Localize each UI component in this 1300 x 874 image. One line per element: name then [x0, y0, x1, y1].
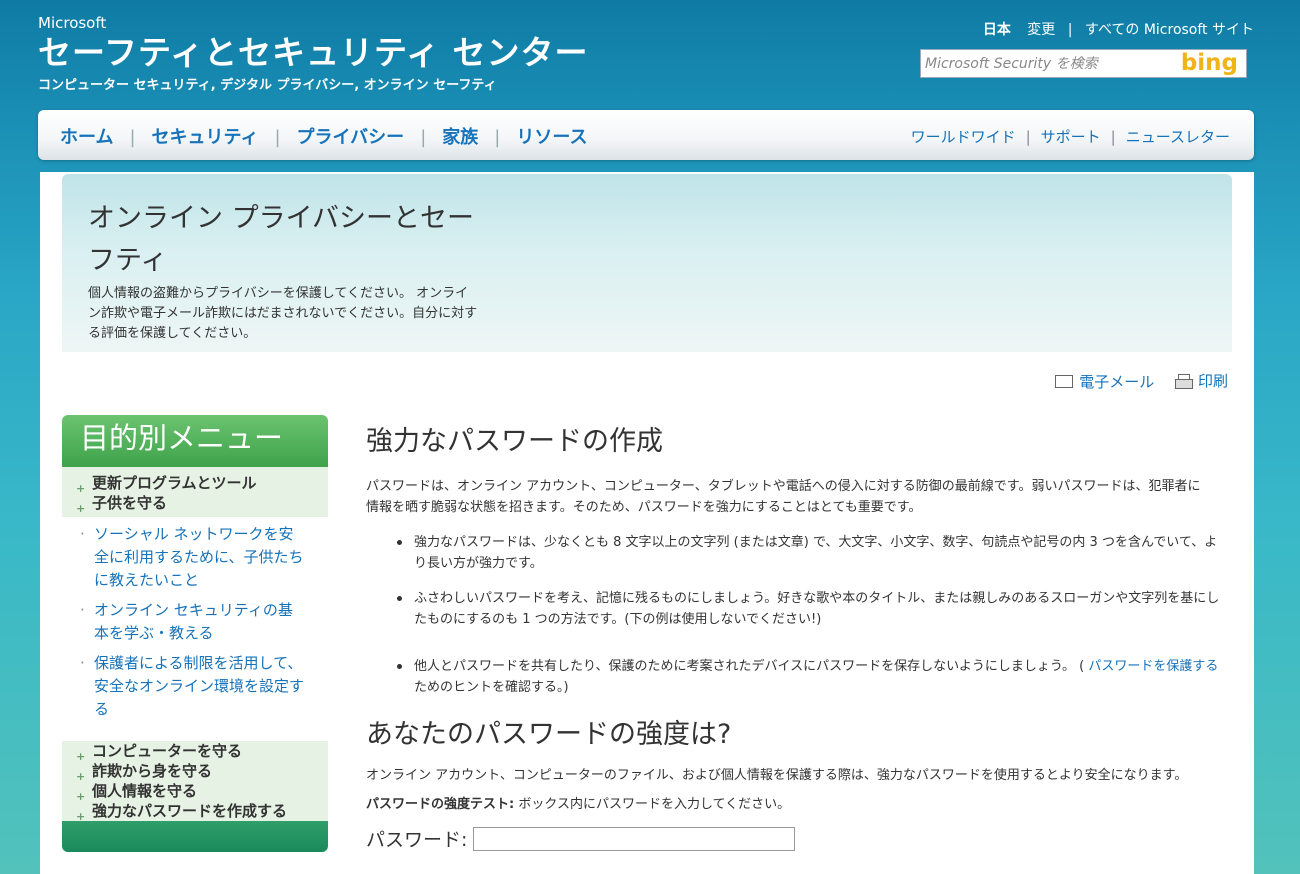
region-label: 日本 [982, 22, 1011, 38]
sidebar-item-avoid-scams[interactable]: 詐欺から身を守る [76, 761, 328, 787]
top-links: 日本 変更 | すべての Microsoft サイト [983, 19, 1254, 39]
print-action[interactable]: 印刷 [1174, 370, 1228, 391]
list-item: 他人とパスワードを共有したり、保護のために考案されたデバイスにパスワードを保存し… [397, 656, 1228, 698]
search-box: bing [920, 49, 1247, 78]
nav-newsletter[interactable]: ニュースレター [1126, 128, 1230, 146]
strength-paragraph: オンライン アカウント、コンピューターのファイル、および個人情報を保護する際は、… [366, 768, 1188, 783]
page-wrapper: Microsoft セーフティとセキュリティ センター コンピューター セキュリ… [38, 0, 1254, 874]
article: 強力なパスワードの作成 パスワードは、オンライン アカウント、コンピューター、タ… [366, 415, 1228, 852]
nav-worldwide[interactable]: ワールドワイド [911, 128, 1016, 146]
strength-test-label: パスワードの強度テスト: [366, 797, 515, 812]
password-label: パスワード: [366, 829, 468, 851]
strength-test-instructions: パスワードの強度テスト: ボックス内にパスワードを入力してください。 [366, 794, 1228, 815]
nav-support[interactable]: サポート [1041, 128, 1101, 146]
sidebar-item-updates[interactable]: 更新プログラムとツール [76, 473, 328, 499]
tips-list: 強力なパスワードは、少なくとも 8 文字以上の文字列 (または文章) で、大文字… [366, 532, 1228, 698]
nav-home[interactable]: ホーム [60, 127, 113, 148]
site-title[interactable]: セーフティとセキュリティ センター [38, 26, 589, 74]
main-navigation: ホーム | セキュリティ | プライバシー | 家族 | リソース ワールドワイド | サポート | ニ… [38, 110, 1254, 160]
list-item: ふさわしいパスワードを考え、記憶に残るものにしましょう。好きな歌や本のタイトル、… [397, 588, 1228, 630]
sidebar-group-bottom: コンピューターを守る 詐欺から身を守る 個人情報を守る 強力なパスワードを作成す… [62, 741, 328, 827]
nav-utility: ワールドワイド | サポート | ニュースレター [910, 128, 1230, 146]
sidebar-subitem-social[interactable]: ソーシャル ネットワークを安全に利用するために、子供たちに教えたいこと [80, 523, 304, 592]
protect-password-link[interactable]: パスワードを保護する [1088, 659, 1218, 674]
sidebar-item-strong-password[interactable]: 強力なパスワードを作成する [76, 801, 328, 827]
list-item-text: ためのヒントを確認する。) [414, 680, 569, 695]
sidebar-item-protect-computer[interactable]: コンピューターを守る [76, 741, 328, 767]
sidebar-item-protect-children[interactable]: 子供を守る [76, 493, 328, 519]
page-actions: 電子メール 印刷 [1039, 370, 1228, 392]
sidebar-subitem-parental-controls[interactable]: 保護者による制限を活用して、安全なオンライン環境を設定する [80, 652, 304, 721]
article-intro: パスワードは、オンライン アカウント、コンピューター、タブレットや電話への侵入に… [366, 479, 1201, 515]
nav-security[interactable]: セキュリティ [152, 127, 259, 148]
content-panel: オンライン プライバシーとセーフティ 個人情報の盗難からプライバシーを保護してく… [40, 172, 1254, 874]
list-item: 強力なパスワードは、少なくとも 8 文字以上の文字列 (または文章) で、大文字… [397, 532, 1228, 574]
all-microsoft-sites-link[interactable]: すべての Microsoft サイト [1085, 22, 1254, 38]
nav-privacy[interactable]: プライバシー [297, 127, 405, 148]
section-title-strength: あなたのパスワードの強度は? [366, 719, 732, 750]
sidebar-menu: 目的別メニュー 更新プログラムとツール 子供を守る ソーシャル ネットワークを安… [62, 415, 328, 852]
password-row: パスワード: [366, 825, 1228, 852]
strength-test-text: ボックス内にパスワードを入力してください。 [514, 797, 791, 812]
print-label: 印刷 [1197, 372, 1228, 390]
list-item-text: 他人とパスワードを共有したり、保護のために考案されたデバイスにパスワードを保存し… [414, 659, 1089, 674]
sidebar-subitem-security-basics[interactable]: オンライン セキュリティの基本を学ぶ・教える [80, 599, 304, 645]
hero-description: 個人情報の盗難からプライバシーを保護してください。 オンライン詐欺や電子メール詐… [88, 286, 478, 341]
hero-banner: オンライン プライバシーとセーフティ 個人情報の盗難からプライバシーを保護してく… [62, 174, 1232, 352]
printer-icon [1174, 373, 1193, 389]
password-input[interactable] [473, 826, 796, 851]
article-title: 強力なパスワードの作成 [366, 426, 663, 457]
search-input[interactable] [921, 50, 1171, 77]
sidebar-footer [62, 821, 328, 852]
email-label: 電子メール [1079, 372, 1155, 391]
email-icon [1055, 374, 1074, 388]
hero-title: オンライン プライバシーとセーフティ [88, 203, 475, 276]
change-region-link[interactable]: 変更 [1027, 22, 1055, 38]
sidebar-subitems: ソーシャル ネットワークを安全に利用するために、子供たちに教えたいこと オンライ… [62, 517, 328, 721]
email-action[interactable]: 電子メール [1055, 371, 1154, 392]
site-subtitle: コンピューター セキュリティ, デジタル プライバシー, オンライン セーフティ [38, 78, 497, 93]
sidebar-group-top: 更新プログラムとツール 子供を守る [62, 467, 328, 519]
bing-logo[interactable]: bing [1181, 50, 1238, 77]
sidebar-heading: 目的別メニュー [62, 415, 328, 467]
nav-main: ホーム | セキュリティ | プライバシー | 家族 | リソース [60, 127, 588, 148]
nav-family[interactable]: 家族 [442, 127, 478, 148]
separator: | [1067, 22, 1073, 38]
sidebar-item-protect-identity[interactable]: 個人情報を守る [76, 781, 328, 807]
nav-resources[interactable]: リソース [516, 127, 587, 148]
